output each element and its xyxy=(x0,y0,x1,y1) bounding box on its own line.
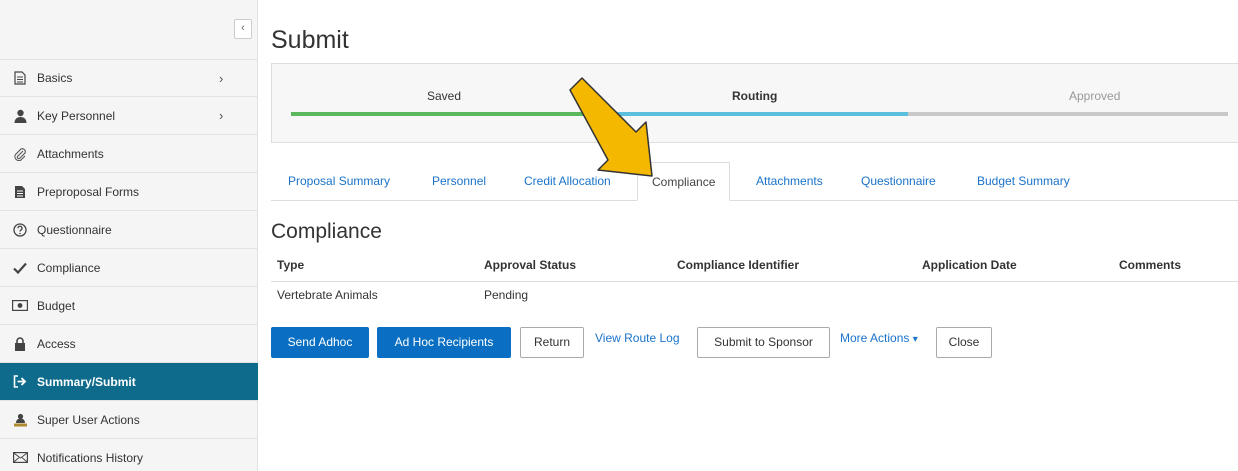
sidebar-item-attachments[interactable]: Attachments xyxy=(0,135,258,173)
sidebar-item-label: Questionnaire xyxy=(37,222,112,237)
person-icon xyxy=(12,108,28,124)
sidebar-item-label: Notifications History xyxy=(37,450,144,465)
sidebar-item-label: Budget xyxy=(37,298,76,313)
sidebar-item-key-personnel[interactable]: Key Personnel › xyxy=(0,97,258,135)
sidebar-item-preproposal-forms[interactable]: Preproposal Forms xyxy=(0,173,258,211)
sidebar-item-super-user-actions[interactable]: Super User Actions xyxy=(0,401,258,439)
forms-icon xyxy=(12,184,28,200)
submit-to-sponsor-button[interactable]: Submit to Sponsor xyxy=(697,327,830,358)
lock-icon xyxy=(12,336,28,352)
tab-budget-summary[interactable]: Budget Summary xyxy=(977,162,1070,201)
summary-tabs: Proposal Summary Personnel Credit Alloca… xyxy=(271,162,1238,201)
sidebar-item-label: Attachments xyxy=(37,146,104,161)
sidebar-item-label: Compliance xyxy=(37,260,101,275)
column-header: Application Date xyxy=(922,258,1017,272)
page-title: Submit xyxy=(271,26,349,54)
progress-bar-approved xyxy=(908,112,1228,116)
tab-questionnaire[interactable]: Questionnaire xyxy=(861,162,936,201)
paperclip-icon xyxy=(12,146,28,162)
progress-step-routing: Routing xyxy=(732,89,778,103)
column-header: Compliance Identifier xyxy=(677,258,800,272)
tab-attachments[interactable]: Attachments xyxy=(756,162,823,201)
section-title: Compliance xyxy=(271,220,382,243)
sidebar-item-compliance[interactable]: Compliance xyxy=(0,249,258,287)
view-route-log-link[interactable]: View Route Log xyxy=(595,331,680,345)
send-adhoc-button[interactable]: Send Adhoc xyxy=(271,327,369,358)
more-actions-label: More Actions xyxy=(840,331,910,345)
sidebar-item-summary-submit[interactable]: Summary/Submit xyxy=(0,363,258,401)
envelope-icon xyxy=(12,450,28,466)
sidebar-item-label: Super User Actions xyxy=(37,412,140,427)
sidebar-item-label: Access xyxy=(37,336,76,351)
sidebar-item-budget[interactable]: Budget xyxy=(0,287,258,325)
tab-proposal-summary[interactable]: Proposal Summary xyxy=(288,162,390,201)
more-actions-dropdown[interactable]: More Actions ▾ xyxy=(840,331,918,345)
question-circle-icon xyxy=(12,222,28,238)
collapse-sidebar-button[interactable]: ‹ xyxy=(234,19,252,39)
route-progress: Saved Routing Approved xyxy=(271,63,1238,143)
column-header: Comments xyxy=(1119,258,1182,272)
sidebar-item-label: Basics xyxy=(37,71,73,85)
sidebar-item-questionnaire[interactable]: Questionnaire xyxy=(0,211,258,249)
sidebar-item-notifications-history[interactable]: Notifications History xyxy=(0,439,258,471)
checkmark-icon xyxy=(12,260,28,276)
chevron-right-icon: › xyxy=(219,108,224,123)
sidebar-item-access[interactable]: Access xyxy=(0,325,258,363)
sign-out-icon xyxy=(12,374,28,390)
tab-personnel[interactable]: Personnel xyxy=(432,162,486,201)
sidebar-item-label: Summary/Submit xyxy=(37,374,136,389)
chevron-right-icon: › xyxy=(219,71,224,86)
column-header: Approval Status xyxy=(484,258,577,272)
users-icon xyxy=(12,412,28,428)
caret-down-icon: ▾ xyxy=(912,334,918,345)
sidebar-nav: Basics › Key Personnel › Attachments Pre… xyxy=(0,59,258,471)
close-button[interactable]: Close xyxy=(936,327,992,358)
column-header: Type xyxy=(277,258,305,272)
table-cell-approval-status: Pending xyxy=(484,288,529,302)
sidebar: ‹ Basics › Key Personnel › Attachments P… xyxy=(0,0,258,471)
annotation-arrow-icon xyxy=(569,77,653,177)
money-icon xyxy=(12,298,28,314)
chevron-left-icon: ‹ xyxy=(241,22,245,34)
progress-bar-saved xyxy=(291,112,599,116)
progress-step-approved: Approved xyxy=(1069,89,1121,103)
document-icon xyxy=(12,70,28,86)
table-cell-type: Vertebrate Animals xyxy=(277,288,378,302)
sidebar-item-basics[interactable]: Basics › xyxy=(0,59,258,97)
ad-hoc-recipients-button[interactable]: Ad Hoc Recipients xyxy=(377,327,511,358)
return-button[interactable]: Return xyxy=(520,327,584,358)
sidebar-item-label: Key Personnel xyxy=(37,108,116,123)
table-divider xyxy=(271,281,1238,282)
sidebar-item-label: Preproposal Forms xyxy=(37,184,140,199)
progress-step-saved: Saved xyxy=(427,89,462,103)
